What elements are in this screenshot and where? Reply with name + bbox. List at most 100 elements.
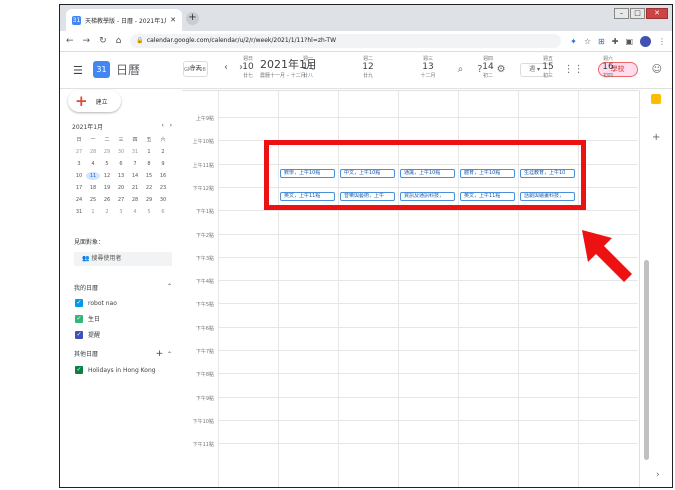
browser-tab[interactable]: 31 天梯教學版 - 日曆 - 2021年1月 - ✕ — [66, 9, 182, 31]
forward-icon[interactable]: → — [83, 36, 91, 46]
close-tab-icon[interactable]: ✕ — [170, 16, 176, 24]
close-window-icon[interactable]: ✕ — [646, 8, 668, 19]
mini-day[interactable]: 3 — [114, 208, 128, 216]
mini-day[interactable]: 22 — [142, 184, 156, 192]
mini-day[interactable]: 17 — [72, 184, 86, 192]
mini-day[interactable]: 11 — [86, 172, 100, 180]
hour-label: 上午10點 — [192, 139, 214, 146]
day-header[interactable]: 週二 12 廿九 — [338, 55, 398, 79]
mini-day[interactable]: 5 — [100, 160, 114, 168]
reload-icon[interactable]: ↻ — [99, 36, 107, 46]
calendar-item[interactable]: ✓ 生日 — [75, 314, 100, 323]
checkbox-checked-icon[interactable]: ✓ — [75, 314, 83, 323]
mini-day[interactable]: 2 — [100, 208, 114, 216]
hour-label: 下午9點 — [195, 395, 214, 402]
mini-day[interactable]: 9 — [156, 160, 170, 168]
checkbox-checked-icon[interactable]: ✓ — [75, 299, 83, 307]
translate-icon[interactable]: ⊞ — [598, 37, 605, 46]
hour-label: 下午11點 — [192, 442, 214, 449]
day-header[interactable]: 週一 11 廿八 — [278, 55, 338, 79]
new-tab-button[interactable]: + — [186, 12, 199, 25]
mini-day[interactable]: 25 — [86, 196, 100, 204]
mini-next-icon[interactable]: › — [170, 122, 172, 129]
mini-day[interactable]: 7 — [128, 160, 142, 168]
profile-icon[interactable]: ☺ — [652, 64, 662, 75]
mini-day[interactable]: 8 — [142, 160, 156, 168]
mini-day[interactable]: 23 — [156, 184, 170, 192]
mini-day[interactable]: 27 — [72, 148, 86, 156]
url-input[interactable]: 🔒 calendar.google.com/calendar/u/2/r/week… — [130, 34, 562, 48]
star-icon[interactable]: ☆ — [584, 37, 591, 46]
my-calendars-header[interactable]: 我的日曆 ⌃ — [74, 283, 172, 292]
mini-day[interactable]: 27 — [114, 196, 128, 204]
hour-label: 下午4點 — [195, 279, 214, 286]
mini-day[interactable]: 10 — [72, 172, 86, 180]
puzzle-icon[interactable]: ✚ — [612, 37, 619, 46]
extension-icon[interactable]: ▣ — [625, 37, 633, 46]
day-header[interactable]: 週六 16 初四 — [578, 55, 638, 79]
maximize-icon[interactable]: □ — [630, 8, 645, 19]
day-header[interactable]: 週五 15 初三 — [518, 55, 578, 79]
minimize-icon[interactable]: – — [614, 8, 629, 19]
day-of-week: 週三 — [422, 56, 433, 62]
menu-icon[interactable]: ⋮ — [658, 37, 666, 46]
mini-day[interactable]: 20 — [114, 184, 128, 192]
checkbox-checked-icon[interactable]: ✓ — [75, 366, 83, 374]
mini-day[interactable]: 21 — [128, 184, 142, 192]
mini-day[interactable]: 4 — [128, 208, 142, 216]
create-button[interactable]: + 建立 — [68, 90, 121, 112]
mini-day[interactable]: 26 — [100, 196, 114, 204]
mini-day[interactable]: 30 — [114, 148, 128, 156]
hour-gridline — [218, 373, 638, 375]
other-calendars-header[interactable]: 其他日曆 + ⌃ — [74, 349, 172, 359]
mini-day[interactable]: 28 — [128, 196, 142, 204]
scrollbar[interactable] — [644, 260, 649, 460]
keep-icon[interactable] — [651, 94, 661, 104]
mini-day[interactable]: 19 — [100, 184, 114, 192]
calendar-item[interactable]: ✓ robot nao — [75, 299, 117, 307]
day-header[interactable]: 週四 14 初二 — [458, 55, 518, 79]
add-addon-icon[interactable]: + — [652, 132, 660, 143]
chevron-right-icon[interactable]: › — [656, 470, 660, 480]
mini-day[interactable]: 28 — [86, 148, 100, 156]
mini-day[interactable]: 2 — [156, 148, 170, 156]
search-people-input[interactable]: 👥 搜尋使用者 — [74, 252, 172, 266]
hour-label: 下午12點 — [192, 185, 214, 192]
day-header[interactable]: 週三 13 十二月 — [398, 55, 458, 79]
chevron-up-icon[interactable]: ⌃ — [167, 351, 172, 358]
mini-prev-icon[interactable]: ‹ — [161, 122, 163, 129]
mini-day[interactable]: 31 — [72, 208, 86, 216]
day-header[interactable]: 週日 10 廿七 — [218, 55, 278, 79]
mini-day[interactable]: 15 — [142, 172, 156, 180]
mini-day[interactable]: 18 — [86, 184, 100, 192]
mini-day[interactable]: 24 — [72, 196, 86, 204]
calendar-item[interactable]: ✓ 提醒 — [75, 330, 100, 339]
mini-day[interactable]: 3 — [72, 160, 86, 168]
meet-with-title: 見面對象： — [74, 239, 105, 246]
mini-day[interactable]: 29 — [142, 196, 156, 204]
chevron-up-icon[interactable]: ⌃ — [167, 283, 172, 292]
mini-day[interactable]: 5 — [142, 208, 156, 216]
mini-day[interactable]: 30 — [156, 196, 170, 204]
profile-avatar[interactable] — [640, 35, 651, 47]
hour-label: 上午9點 — [195, 116, 214, 122]
mini-day[interactable]: 16 — [156, 172, 170, 180]
mini-day[interactable]: 6 — [114, 160, 128, 168]
mini-day[interactable]: 12 — [100, 172, 114, 180]
mini-day[interactable]: 1 — [142, 148, 156, 156]
mini-day[interactable]: 31 — [128, 148, 142, 156]
mini-day[interactable]: 14 — [128, 172, 142, 180]
add-calendar-icon[interactable]: + — [156, 349, 164, 359]
checkbox-checked-icon[interactable]: ✓ — [75, 330, 83, 339]
calendar-name: 提醒 — [88, 332, 101, 339]
mini-day[interactable]: 1 — [86, 208, 100, 216]
mini-day[interactable]: 13 — [114, 172, 128, 180]
back-icon[interactable]: ← — [66, 36, 74, 46]
calendar-item[interactable]: ✓ Holidays in Hong Kong — [75, 366, 156, 374]
mini-day[interactable]: 29 — [100, 148, 114, 156]
mini-day[interactable]: 6 — [156, 208, 170, 216]
mini-day[interactable]: 4 — [86, 160, 100, 168]
extension-icon[interactable]: ✦ — [570, 37, 577, 46]
home-icon[interactable]: ⌂ — [116, 36, 122, 46]
main-menu-icon[interactable]: ☰ — [73, 64, 83, 77]
